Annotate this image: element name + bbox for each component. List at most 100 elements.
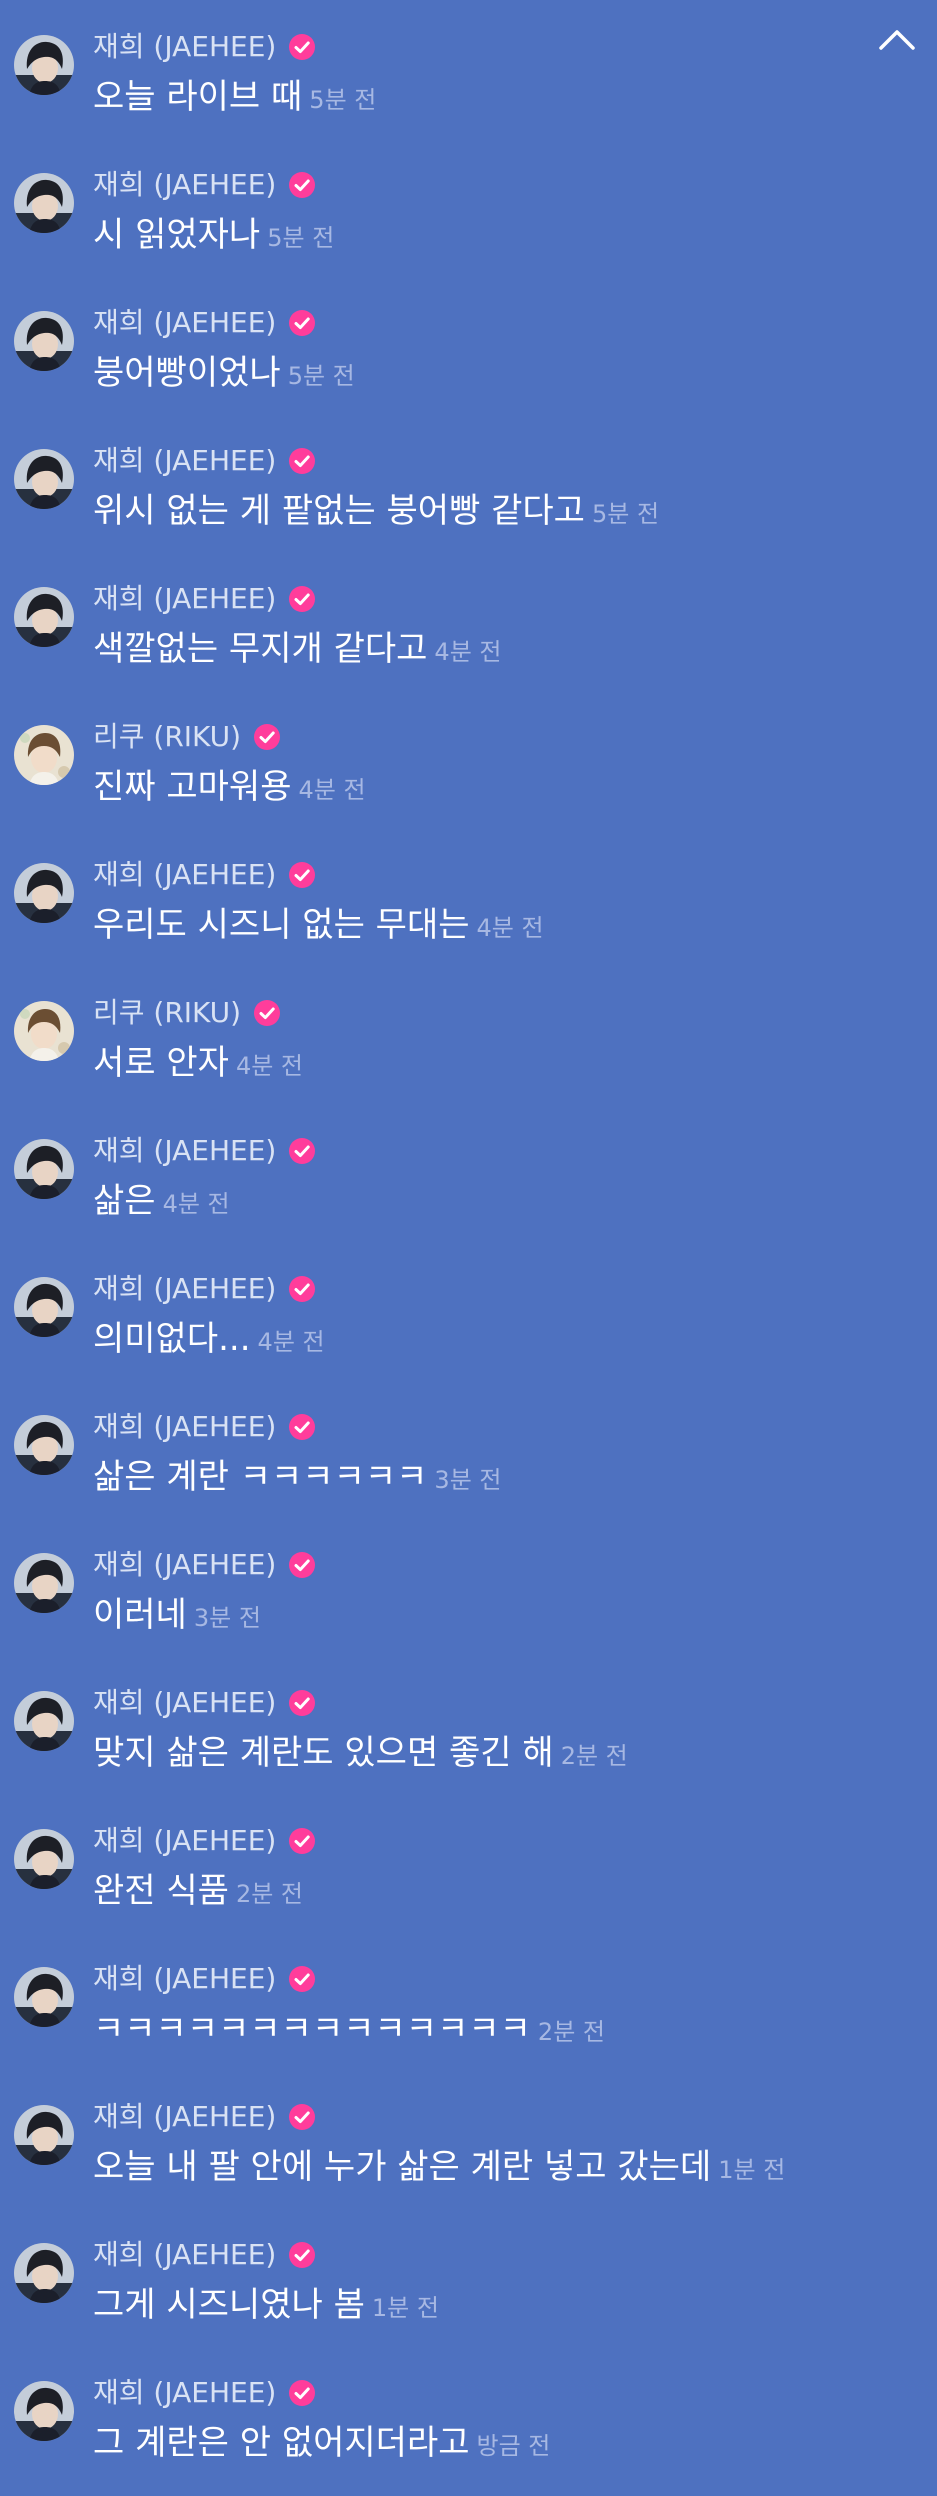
avatar[interactable] — [14, 449, 74, 509]
avatar[interactable] — [14, 725, 74, 785]
chat-message: 리쿠 (RIKU) 서로 안자 4분 전 — [0, 993, 937, 1131]
sender-row: 재희 (JAEHEE) — [93, 1131, 927, 1171]
sender-name[interactable]: 재희 (JAEHEE) — [93, 1131, 276, 1171]
message-text: 그 계란은 안 없어지더라고 — [93, 2423, 470, 2463]
avatar[interactable] — [14, 1277, 74, 1337]
message-text: 오늘 내 팔 안에 누가 삶은 계란 넣고 갔는데 — [93, 2147, 712, 2187]
verified-badge-icon — [289, 172, 316, 198]
avatar[interactable] — [14, 2243, 74, 2303]
sender-name[interactable]: 재희 (JAEHEE) — [93, 165, 276, 205]
message-row: 오늘 내 팔 안에 누가 삶은 계란 넣고 갔는데 1분 전 — [93, 2144, 927, 2190]
verified-badge-icon — [289, 1414, 316, 1440]
avatar[interactable] — [14, 1553, 74, 1613]
message-text: 그게 시즈니였나 봄 — [93, 2285, 365, 2325]
sender-name[interactable]: 리쿠 (RIKU) — [93, 717, 241, 757]
chat-message: 재희 (JAEHEE) 붕어빵이었나 5분 전 — [0, 303, 937, 441]
message-body: 재희 (JAEHEE) 완전 식품 2분 전 — [93, 1821, 927, 1914]
message-body: 리쿠 (RIKU) 서로 안자 4분 전 — [93, 993, 927, 1086]
sender-row: 재희 (JAEHEE) — [93, 303, 927, 343]
chat-message: 재희 (JAEHEE) 오늘 내 팔 안에 누가 삶은 계란 넣고 갔는데 1분… — [0, 2097, 937, 2235]
sender-name[interactable]: 재희 (JAEHEE) — [93, 1959, 276, 1999]
avatar-jaehee-image — [14, 1691, 74, 1751]
verified-badge-icon — [289, 2242, 316, 2268]
message-body: 재희 (JAEHEE) 붕어빵이었나 5분 전 — [93, 303, 927, 396]
avatar[interactable] — [14, 1691, 74, 1751]
message-body: 재희 (JAEHEE) ㅋㅋㅋㅋㅋㅋㅋㅋㅋㅋㅋㅋㅋㅋ 2분 전 — [93, 1959, 927, 2052]
sender-name[interactable]: 재희 (JAEHEE) — [93, 1545, 276, 1585]
avatar[interactable] — [14, 2105, 74, 2165]
message-row: 삶은 계란 ㅋㅋㅋㅋㅋㅋ 3분 전 — [93, 1454, 927, 1500]
message-time: 5분 전 — [591, 500, 660, 528]
message-text: 삶은 — [93, 1181, 156, 1221]
chat-message: 재희 (JAEHEE) 삶은 계란 ㅋㅋㅋㅋㅋㅋ 3분 전 — [0, 1407, 937, 1545]
message-text: 시 읽었자나 — [93, 215, 261, 255]
verified-badge-icon — [289, 34, 316, 60]
sender-name[interactable]: 재희 (JAEHEE) — [93, 1821, 276, 1861]
verified-badge-icon — [289, 2104, 316, 2130]
message-body: 재희 (JAEHEE) 우리도 시즈니 없는 무대는 4분 전 — [93, 855, 927, 948]
avatar-jaehee-image — [14, 35, 74, 95]
sender-name[interactable]: 재희 (JAEHEE) — [93, 27, 276, 67]
avatar[interactable] — [14, 1829, 74, 1889]
sender-row: 재희 (JAEHEE) — [93, 579, 927, 619]
avatar-jaehee-image — [14, 1829, 74, 1889]
verified-badge-icon — [289, 862, 316, 888]
sender-name[interactable]: 재희 (JAEHEE) — [93, 2373, 276, 2413]
sender-name[interactable]: 재희 (JAEHEE) — [93, 1407, 276, 1447]
sender-name[interactable]: 리쿠 (RIKU) — [93, 993, 241, 1033]
chat-message: 재희 (JAEHEE) 오늘 라이브 때 5분 전 — [0, 27, 937, 165]
sender-name[interactable]: 재희 (JAEHEE) — [93, 2097, 276, 2137]
message-time: 5분 전 — [267, 224, 335, 252]
avatar[interactable] — [14, 35, 74, 95]
message-row: ㅋㅋㅋㅋㅋㅋㅋㅋㅋㅋㅋㅋㅋㅋ 2분 전 — [93, 2006, 927, 2052]
sender-name[interactable]: 재희 (JAEHEE) — [93, 441, 276, 481]
avatar-riku-image — [14, 725, 74, 785]
chat-screen: 재희 (JAEHEE) 오늘 라이브 때 5분 전 재희 (JAEHEE) 시 … — [0, 0, 937, 2496]
avatar[interactable] — [14, 2381, 74, 2441]
chat-message: 재희 (JAEHEE) 그 계란은 안 없어지더라고 방금 전 — [0, 2373, 937, 2496]
chat-message: 재희 (JAEHEE) 이러네 3분 전 — [0, 1545, 937, 1683]
avatar[interactable] — [14, 173, 74, 233]
chat-message-list[interactable]: 재희 (JAEHEE) 오늘 라이브 때 5분 전 재희 (JAEHEE) 시 … — [0, 27, 937, 2496]
message-row: 위시 없는 게 팥없는 붕어빵 같다고 5분 전 — [93, 488, 927, 534]
message-text: 서로 안자 — [93, 1043, 229, 1083]
avatar-jaehee-image — [14, 2105, 74, 2165]
sender-row: 재희 (JAEHEE) — [93, 1269, 927, 1309]
sender-name[interactable]: 재희 (JAEHEE) — [93, 579, 276, 619]
avatar[interactable] — [14, 587, 74, 647]
avatar[interactable] — [14, 1967, 74, 2027]
avatar[interactable] — [14, 1139, 74, 1199]
chat-message: 재희 (JAEHEE) 색깔없는 무지개 같다고 4분 전 — [0, 579, 937, 717]
message-body: 재희 (JAEHEE) 오늘 내 팔 안에 누가 삶은 계란 넣고 갔는데 1분… — [93, 2097, 927, 2190]
message-time: 4분 전 — [298, 776, 366, 804]
verified-badge-icon — [254, 1000, 281, 1026]
sender-row: 재희 (JAEHEE) — [93, 1959, 927, 1999]
sender-row: 재희 (JAEHEE) — [93, 1821, 927, 1861]
message-row: 색깔없는 무지개 같다고 4분 전 — [93, 626, 927, 672]
sender-name[interactable]: 재희 (JAEHEE) — [93, 1683, 276, 1723]
sender-name[interactable]: 재희 (JAEHEE) — [93, 303, 276, 343]
message-body: 재희 (JAEHEE) 삶은 계란 ㅋㅋㅋㅋㅋㅋ 3분 전 — [93, 1407, 927, 1500]
avatar-jaehee-image — [14, 1967, 74, 2027]
sender-row: 재희 (JAEHEE) — [93, 1683, 927, 1723]
message-time: 4분 전 — [235, 1052, 303, 1080]
message-time: 5분 전 — [287, 362, 355, 390]
avatar[interactable] — [14, 1001, 74, 1061]
avatar-jaehee-image — [14, 863, 74, 923]
message-row: 삶은 4분 전 — [93, 1178, 927, 1224]
sender-name[interactable]: 재희 (JAEHEE) — [93, 2235, 276, 2275]
avatar-jaehee-image — [14, 1139, 74, 1199]
avatar[interactable] — [14, 311, 74, 371]
sender-name[interactable]: 재희 (JAEHEE) — [93, 1269, 276, 1309]
avatar-jaehee-image — [14, 449, 74, 509]
message-row: 시 읽었자나 5분 전 — [93, 212, 927, 258]
avatar-jaehee-image — [14, 1277, 74, 1337]
message-row: 서로 안자 4분 전 — [93, 1040, 927, 1086]
message-time: 5분 전 — [309, 86, 377, 114]
avatar[interactable] — [14, 1415, 74, 1475]
avatar[interactable] — [14, 863, 74, 923]
message-body: 재희 (JAEHEE) 색깔없는 무지개 같다고 4분 전 — [93, 579, 927, 672]
message-time: 2분 전 — [560, 1742, 628, 1770]
sender-name[interactable]: 재희 (JAEHEE) — [93, 855, 276, 895]
sender-row: 재희 (JAEHEE) — [93, 165, 927, 205]
